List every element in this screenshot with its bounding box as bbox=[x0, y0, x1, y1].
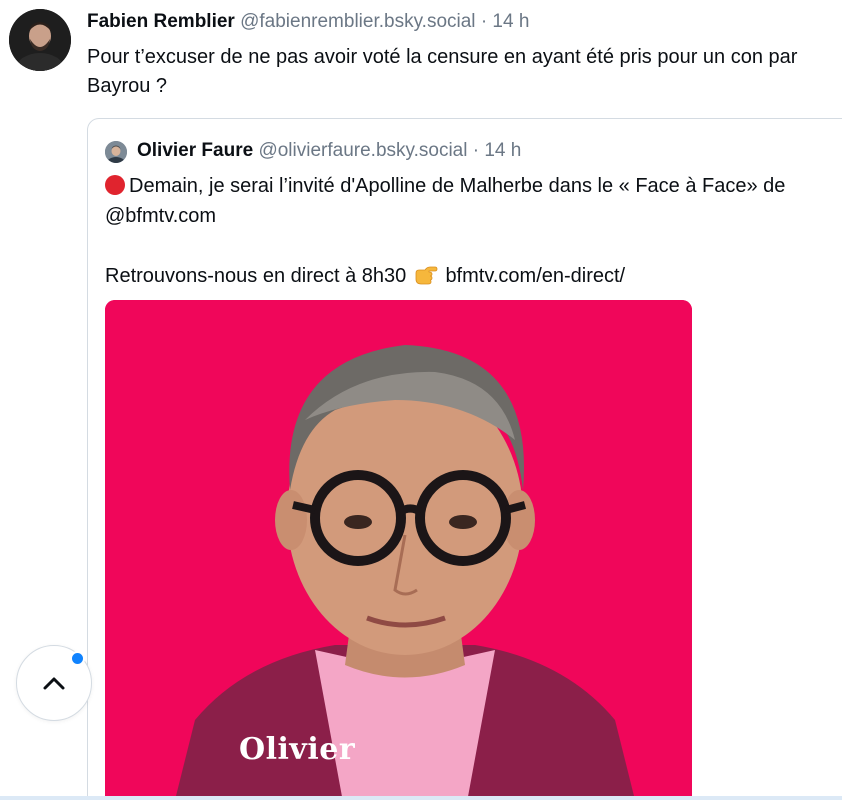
quoted-text-line1-content: Demain, je serai l’invité d'Apolline de … bbox=[105, 175, 786, 227]
quoted-author-handle[interactable]: @olivierfaure.bsky.social bbox=[258, 140, 467, 161]
quoted-post-header: Olivier Faure @olivierfaure.bsky.social … bbox=[137, 139, 521, 163]
quoted-author-name[interactable]: Olivier Faure bbox=[137, 140, 253, 161]
separator-dot: · bbox=[480, 11, 488, 32]
bottom-edge-bar bbox=[0, 796, 842, 800]
quoted-separator-dot: · bbox=[472, 140, 480, 161]
quoted-text-line1: Demain, je serai l’invité d'Apolline de … bbox=[105, 171, 835, 231]
pointing-right-icon bbox=[414, 264, 438, 295]
image-caption: Olivier bbox=[239, 732, 356, 767]
author-handle[interactable]: @fabienremblier.bsky.social bbox=[240, 11, 475, 32]
red-circle-icon bbox=[105, 175, 125, 195]
post: Fabien Remblier @fabienremblier.bsky.soc… bbox=[0, 0, 842, 800]
post-timestamp[interactable]: 14 h bbox=[492, 11, 529, 32]
bfmtv-link[interactable]: bfmtv.com/en-direct/ bbox=[445, 265, 625, 287]
author-name[interactable]: Fabien Remblier bbox=[87, 11, 235, 32]
quoted-text-line2-prefix: Retrouvons-nous en direct à 8h30 bbox=[105, 265, 407, 287]
quoted-post-text: Demain, je serai l’invité d'Apolline de … bbox=[105, 171, 835, 295]
post-text: Pour t’excuser de ne pas avoir voté la c… bbox=[87, 46, 798, 97]
author-avatar[interactable] bbox=[9, 9, 71, 71]
quoted-author-avatar bbox=[105, 141, 127, 163]
quoted-post-card[interactable]: Olivier Faure @olivierfaure.bsky.social … bbox=[87, 118, 842, 800]
post-header: Fabien Remblier @fabienremblier.bsky.soc… bbox=[87, 10, 529, 34]
quoted-text-line2: Retrouvons-nous en direct à 8h30 bfmtv.c… bbox=[105, 261, 835, 295]
new-posts-indicator bbox=[70, 651, 85, 666]
quoted-post-timestamp[interactable]: 14 h bbox=[484, 140, 521, 161]
quoted-post-image[interactable]: Olivier bbox=[105, 300, 692, 800]
chevron-up-icon bbox=[43, 677, 65, 690]
